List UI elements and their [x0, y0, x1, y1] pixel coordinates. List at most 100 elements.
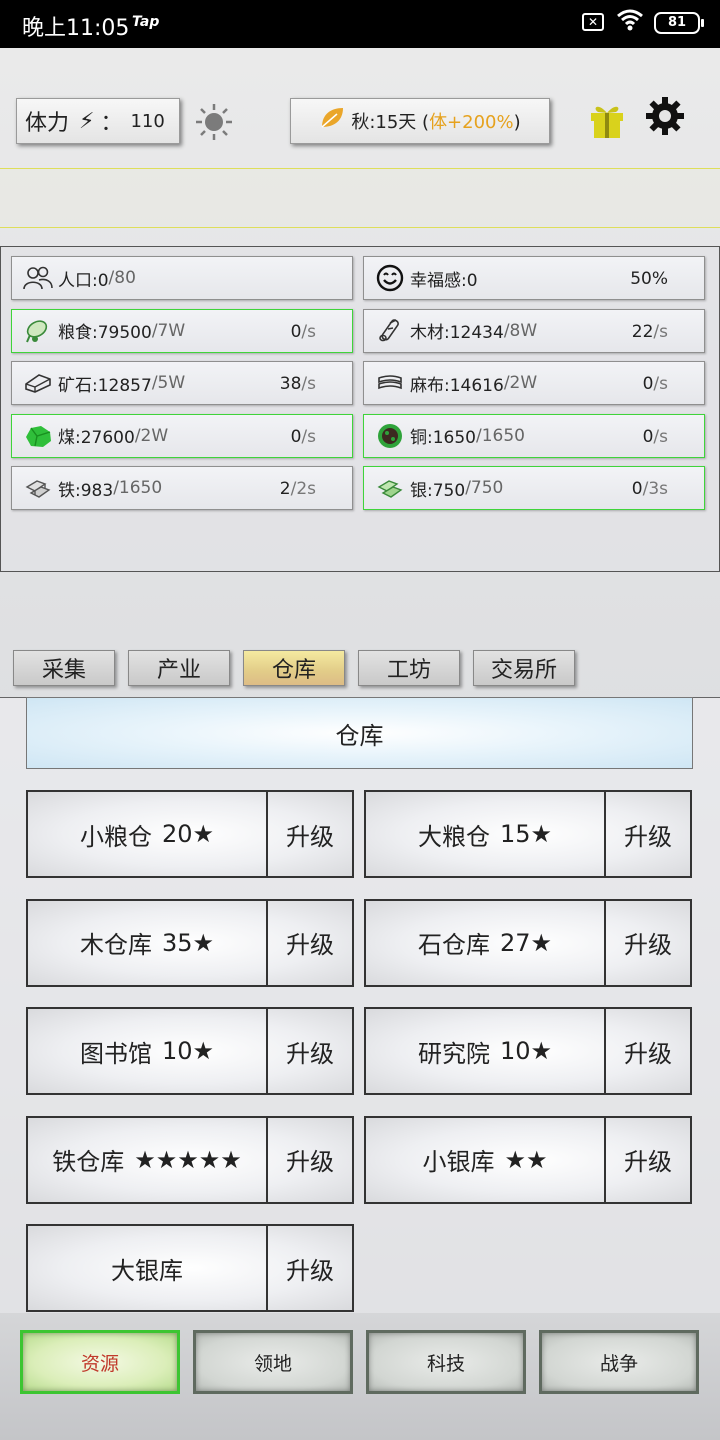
building-name: 铁仓库 ★★★★★ — [28, 1117, 268, 1202]
status-time: 晚上11:05 — [22, 16, 130, 41]
resource-name: 矿石:12857 — [58, 375, 152, 396]
building-name: 小银库 ★★ — [366, 1117, 606, 1202]
upgrade-button[interactable]: 升级 — [268, 792, 352, 876]
sim-x-icon: ✕ — [582, 13, 604, 31]
tap-app-icon: Tap — [132, 14, 160, 30]
cloth-icon — [374, 368, 406, 398]
building-card: 图书馆 10★ 升级 — [26, 1007, 354, 1095]
resource-row[interactable]: 铁:983/1650 2/2s — [11, 466, 353, 510]
building-level: 15★ — [499, 820, 553, 848]
upgrade-button[interactable]: 升级 — [606, 1009, 690, 1093]
resource-row[interactable]: 银:750/750 0/3s — [363, 466, 705, 510]
upgrade-button[interactable]: 升级 — [268, 1009, 352, 1093]
resource-capacity: /1650 — [476, 425, 525, 446]
resource-name: 银:750 — [410, 480, 466, 501]
building-name: 石仓库 27★ — [366, 900, 606, 985]
building-name: 大银库 — [28, 1226, 268, 1310]
building-name: 图书馆 10★ — [28, 1009, 268, 1093]
upgrade-button[interactable]: 升级 — [606, 792, 690, 876]
resource-row[interactable]: 木材:12434/8W 22/s — [363, 308, 705, 353]
resource-row[interactable]: 铜:1650/1650 0/s — [363, 413, 705, 458]
resource-rate: 0/s — [642, 426, 668, 447]
upgrade-button[interactable]: 升级 — [268, 1118, 352, 1202]
resource-row[interactable]: 人口:0/80 — [11, 256, 353, 300]
resource-capacity: /7W — [151, 320, 186, 341]
copper-icon — [374, 421, 406, 451]
smile-icon — [374, 263, 406, 293]
resource-rate: 2/2s — [279, 479, 316, 499]
leaf-icon — [319, 106, 345, 136]
resource-row[interactable]: 矿石:12857/5W 38/s — [11, 361, 353, 405]
wifi-icon — [616, 8, 644, 38]
resource-row[interactable]: 麻布:14616/2W 0/s — [363, 361, 705, 405]
building-name: 木仓库 35★ — [28, 900, 268, 985]
season-display[interactable]: 秋:15天 (体+200%) — [290, 98, 550, 144]
tab-4[interactable]: 工坊 — [358, 650, 460, 686]
settings-gear-icon[interactable] — [645, 96, 685, 145]
tab-1[interactable]: 采集 — [13, 650, 115, 686]
stamina-value: 110 — [130, 110, 165, 132]
building-level: ★★ — [504, 1145, 548, 1174]
nav-button-1[interactable]: 资源 — [20, 1330, 180, 1394]
resource-row[interactable]: 幸福感:0 50% — [363, 256, 705, 300]
building-level: 10★ — [499, 1037, 553, 1065]
building-card: 木仓库 35★ 升级 — [26, 898, 354, 987]
resource-name: 铁:983 — [58, 480, 114, 501]
tab-5[interactable]: 交易所 — [473, 650, 575, 686]
building-level: 27★ — [499, 928, 553, 957]
building-card: 大粮仓 15★ 升级 — [364, 790, 692, 878]
resource-rate: 38/s — [279, 374, 316, 394]
wood-icon — [374, 316, 406, 346]
tab-2[interactable]: 产业 — [128, 650, 230, 686]
building-card: 研究院 10★ 升级 — [364, 1007, 692, 1095]
building-level: 35★ — [161, 928, 215, 957]
resource-capacity: /8W — [503, 320, 538, 341]
resource-name: 木材:12434 — [410, 323, 504, 343]
resource-capacity: /750 — [465, 478, 504, 498]
resource-name: 煤:27600 — [58, 428, 135, 448]
resource-rate: 22/s — [631, 321, 668, 342]
tab-3[interactable]: 仓库 — [243, 650, 345, 686]
people-icon — [22, 263, 54, 293]
sun-icon[interactable] — [194, 102, 234, 150]
upgrade-button[interactable]: 升级 — [268, 901, 352, 985]
nav-button-2[interactable]: 领地 — [193, 1330, 353, 1394]
resource-rate: 0/s — [290, 321, 316, 342]
resource-name: 人口:0 — [58, 270, 109, 291]
resource-name: 麻布:14616 — [410, 375, 504, 396]
building-level: ★★★★★ — [134, 1145, 242, 1174]
building-level: 10★ — [161, 1037, 215, 1065]
upgrade-button[interactable]: 升级 — [606, 1118, 690, 1202]
ore-icon — [22, 368, 54, 398]
resource-capacity: /2W — [503, 373, 538, 393]
building-card: 铁仓库 ★★★★★ 升级 — [26, 1115, 354, 1204]
resource-name: 幸福感:0 — [410, 270, 478, 291]
building-card: 小粮仓 20★ 升级 — [26, 790, 354, 878]
resource-capacity: /1650 — [113, 478, 163, 498]
season-text: 秋:15天 ( — [351, 112, 430, 133]
upgrade-button[interactable]: 升级 — [268, 1226, 352, 1310]
silver-icon — [374, 473, 406, 503]
building-card: 石仓库 27★ 升级 — [364, 898, 692, 987]
resource-name: 粮食:79500 — [58, 323, 152, 343]
resource-capacity: /2W — [134, 425, 169, 446]
lightning-icon: ⚡︎ — [79, 108, 95, 134]
upgrade-button[interactable]: 升级 — [606, 901, 690, 985]
building-name: 大粮仓 15★ — [366, 792, 606, 876]
resource-capacity: /80 — [108, 268, 136, 288]
nav-button-4[interactable]: 战争 — [539, 1330, 699, 1394]
building-name: 研究院 10★ — [366, 1009, 606, 1093]
grain-icon — [22, 316, 54, 346]
season-close: ) — [513, 112, 521, 133]
gift-icon[interactable] — [588, 100, 626, 140]
stamina-display[interactable]: 体力 ⚡︎ ： 110 — [16, 98, 180, 144]
coal-icon — [22, 421, 54, 451]
building-card: 大银库 升级 — [26, 1224, 354, 1312]
iron-icon — [22, 473, 54, 503]
battery-icon: 81 — [654, 12, 704, 34]
resource-row[interactable]: 粮食:79500/7W 0/s — [11, 308, 353, 353]
stamina-separator: ： — [100, 111, 123, 136]
resource-row[interactable]: 煤:27600/2W 0/s — [11, 413, 353, 458]
nav-button-3[interactable]: 科技 — [366, 1330, 526, 1394]
building-name: 小粮仓 20★ — [28, 792, 268, 876]
